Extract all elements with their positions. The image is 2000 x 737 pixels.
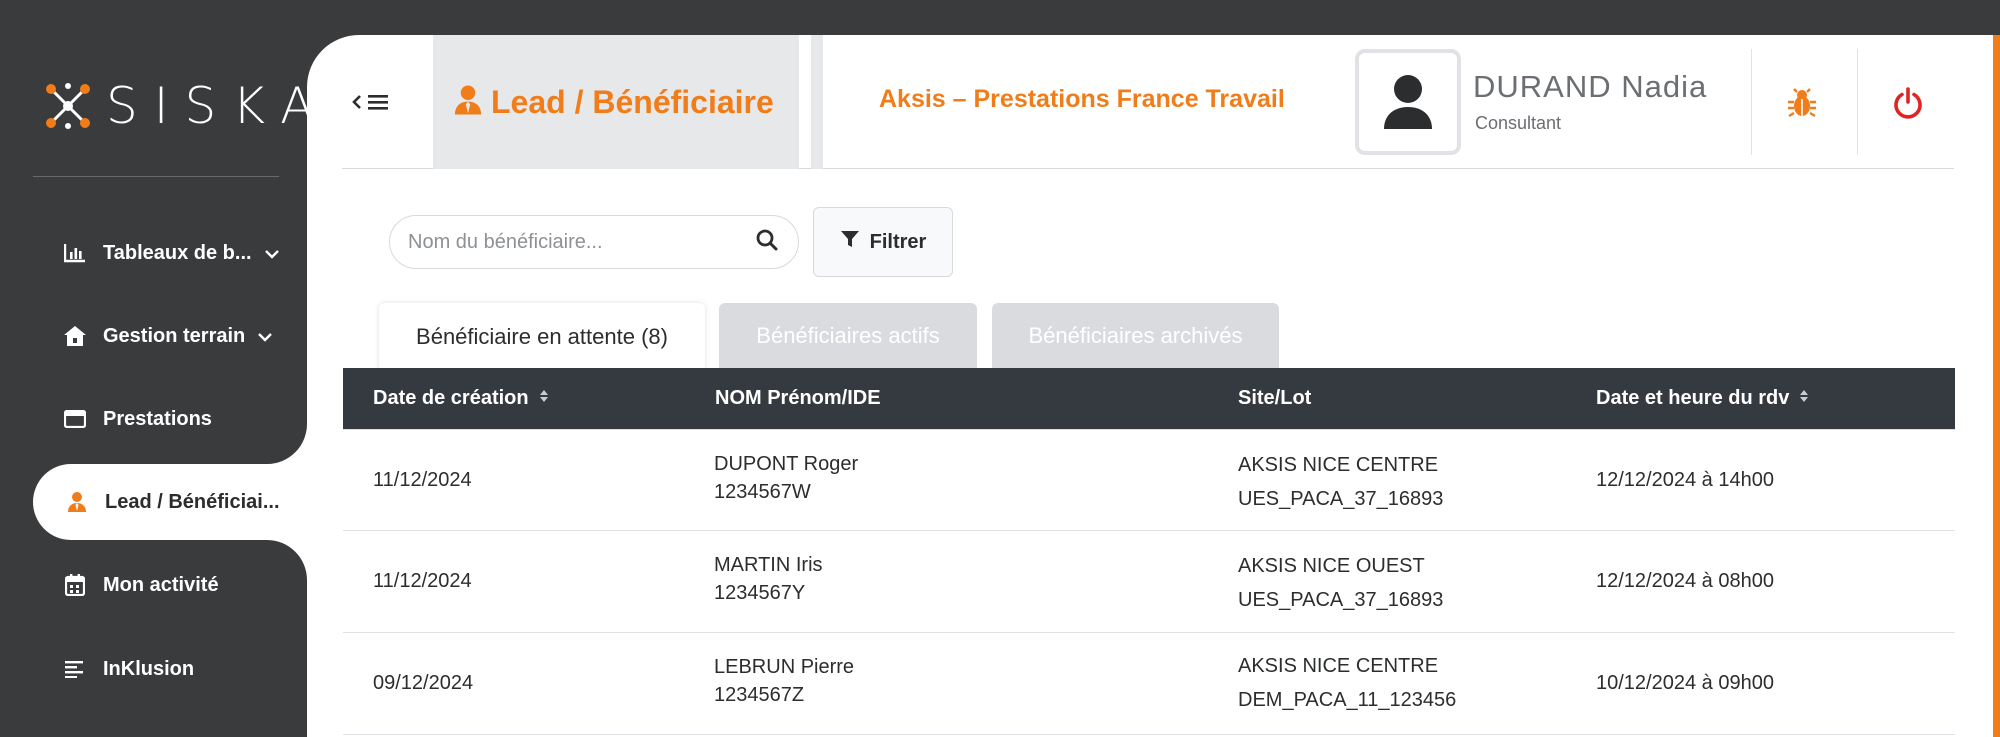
sidebar-divider <box>33 176 279 177</box>
user-name: DURAND Nadia <box>1473 69 1708 104</box>
main-panel: Lead / Bénéficiaire Aksis – Prestations … <box>307 35 2000 737</box>
search-input[interactable] <box>408 230 756 254</box>
window-icon <box>61 405 89 433</box>
bar-chart-icon <box>61 239 89 267</box>
chevron-down-icon <box>264 242 280 265</box>
chevron-down-icon <box>257 325 273 348</box>
chevron-left-icon <box>352 89 362 117</box>
hamburger-icon <box>368 89 388 117</box>
filter-button[interactable]: Filtrer <box>813 207 953 277</box>
avatar[interactable] <box>1355 49 1461 155</box>
calendar-icon <box>61 571 89 599</box>
tab-pending[interactable]: Bénéficiaire en attente (8) <box>379 303 705 371</box>
lot-code: UES_PACA_37_16893 <box>1238 488 1444 510</box>
search-icon[interactable] <box>756 229 778 256</box>
header-divider <box>1751 49 1752 155</box>
cell-created: 11/12/2024 <box>373 469 472 491</box>
top-header: Lead / Bénéficiaire Aksis – Prestations … <box>342 35 1954 169</box>
align-left-icon <box>61 655 89 683</box>
user-icon <box>1384 75 1432 129</box>
user-tie-icon <box>453 84 483 121</box>
app-logo[interactable]: SISKA <box>42 78 314 134</box>
cell-created: 11/12/2024 <box>373 570 472 592</box>
lot-code: DEM_PACA_11_123456 <box>1238 689 1457 711</box>
filter-label: Filtrer <box>869 230 927 253</box>
column-header-rdv[interactable]: Date et heure du rdv <box>1596 387 1809 410</box>
beneficiary-name: LEBRUN Pierre <box>714 656 855 678</box>
cell-site: AKSIS NICE CENTRE DEM_PACA_11_123456 <box>1238 649 1456 717</box>
sidebar-item-label: Gestion terrain <box>103 324 246 347</box>
header-divider <box>1857 49 1858 155</box>
user-role: Consultant <box>1475 113 1562 133</box>
cell-created: 09/12/2024 <box>373 672 474 694</box>
organization-name: Aksis – Prestations France Travail <box>879 85 1285 113</box>
beneficiary-name: DUPONT Roger <box>714 453 859 475</box>
cell-name: MARTIN Iris 1234567Y <box>714 551 823 607</box>
home-icon <box>61 322 89 350</box>
sidebar-item-mon-activite[interactable]: Mon activité <box>33 547 307 623</box>
report-bug-button[interactable] <box>1782 83 1822 123</box>
column-header-site: Site/Lot <box>1238 387 1312 409</box>
sidebar-item-lead-beneficiaire[interactable]: Lead / Bénéficiai... <box>33 464 307 540</box>
lot-code: UES_PACA_37_16893 <box>1238 589 1444 611</box>
page-title-tab: Lead / Bénéficiaire <box>433 35 799 169</box>
user-tie-icon <box>63 488 91 516</box>
column-header-created[interactable]: Date de création <box>373 387 549 410</box>
beneficiary-name: MARTIN Iris <box>714 554 823 576</box>
bug-icon <box>1788 88 1816 118</box>
accent-edge <box>1993 35 2000 737</box>
header-divider <box>811 35 823 169</box>
column-header-name: NOM Prénom/IDE <box>715 387 881 409</box>
logo-text: SISKA <box>106 77 331 135</box>
search-box <box>389 215 799 269</box>
sidebar-toggle-button[interactable] <box>352 89 388 117</box>
filter-icon <box>840 229 860 255</box>
sidebar-item-tableaux-de-bord[interactable]: Tableaux de b... <box>33 215 307 291</box>
cell-site: AKSIS NICE CENTRE UES_PACA_37_16893 <box>1238 448 1443 516</box>
beneficiary-ide: 1234567W <box>714 481 811 503</box>
logout-button[interactable] <box>1888 83 1928 123</box>
sidebar-item-label: Tableaux de b... <box>103 241 252 264</box>
cell-rdv: 12/12/2024 à 14h00 <box>1596 469 1774 491</box>
sidebar: SISKA Tableaux de b... Gestion terrain P… <box>0 0 314 737</box>
sort-icon <box>1799 387 1809 410</box>
beneficiary-ide: 1234567Y <box>714 582 806 604</box>
sidebar-item-label: InKlusion <box>103 657 195 680</box>
cell-name: DUPONT Roger 1234567W <box>714 450 858 506</box>
site-name: AKSIS NICE CENTRE <box>1238 655 1439 677</box>
sidebar-item-label: Mon activité <box>103 573 219 596</box>
cell-name: LEBRUN Pierre 1234567Z <box>714 653 854 709</box>
beneficiary-ide: 1234567Z <box>714 684 805 706</box>
cell-rdv: 10/12/2024 à 09h00 <box>1596 672 1774 694</box>
power-icon <box>1894 87 1922 119</box>
table-row[interactable]: 09/12/2024 LEBRUN Pierre 1234567Z AKSIS … <box>343 633 1955 735</box>
tab-archived[interactable]: Bénéficiaires archivés <box>992 303 1279 369</box>
cell-site: AKSIS NICE OUEST UES_PACA_37_16893 <box>1238 549 1443 617</box>
page-title: Lead / Bénéficiaire <box>491 83 774 120</box>
table-header: Date de création NOM Prénom/IDE Site/Lot… <box>343 368 1955 429</box>
site-name: AKSIS NICE OUEST <box>1238 555 1425 577</box>
sidebar-item-inklusion[interactable]: InKlusion <box>33 631 307 707</box>
sidebar-item-gestion-terrain[interactable]: Gestion terrain <box>33 298 307 374</box>
tab-active[interactable]: Bénéficiaires actifs <box>719 303 977 369</box>
sidebar-item-label: Lead / Bénéficiai... <box>105 490 280 513</box>
beneficiaries-table: Date de création NOM Prénom/IDE Site/Lot… <box>343 368 1955 735</box>
table-row[interactable]: 11/12/2024 MARTIN Iris 1234567Y AKSIS NI… <box>343 531 1955 633</box>
table-row[interactable]: 11/12/2024 DUPONT Roger 1234567W AKSIS N… <box>343 429 1955 531</box>
sidebar-item-label: Prestations <box>103 407 212 430</box>
site-name: AKSIS NICE CENTRE <box>1238 454 1439 476</box>
cell-rdv: 12/12/2024 à 08h00 <box>1596 570 1774 592</box>
siska-logo-icon <box>42 80 94 132</box>
sort-icon <box>539 387 549 410</box>
